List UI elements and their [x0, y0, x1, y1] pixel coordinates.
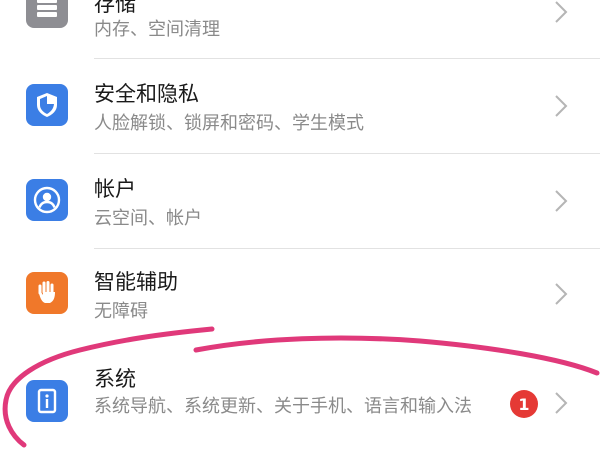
- chevron-right-icon: [555, 392, 568, 414]
- settings-item-title: 智能辅助: [94, 270, 178, 294]
- chevron-right-icon: [555, 283, 568, 305]
- settings-item-system[interactable]: 系统 系统导航、系统更新、关于手机、语言和输入法: [0, 344, 600, 450]
- settings-item-subtitle: 内存、空间清理: [94, 19, 220, 40]
- settings-item-title: 安全和隐私: [94, 82, 199, 106]
- info-icon: [26, 380, 68, 422]
- settings-item-subtitle: 系统导航、系统更新、关于手机、语言和输入法: [94, 396, 472, 417]
- account-icon: [26, 179, 68, 221]
- hand-icon: [26, 272, 68, 314]
- settings-item-smart-assist[interactable]: 智能辅助 无障碍: [0, 249, 600, 343]
- shield-icon: [26, 84, 68, 126]
- settings-item-subtitle: 人脸解锁、锁屏和密码、学生模式: [94, 113, 364, 134]
- chevron-right-icon: [555, 95, 568, 117]
- settings-item-title: 系统: [94, 367, 136, 391]
- settings-item-title: 帐户: [94, 177, 136, 201]
- chevron-right-icon: [555, 190, 568, 212]
- settings-item-security[interactable]: 安全和隐私 人脸解锁、锁屏和密码、学生模式: [0, 59, 600, 153]
- storage-icon: [26, 0, 68, 28]
- settings-item-subtitle: 无障碍: [94, 301, 148, 322]
- settings-item-account[interactable]: 帐户 云空间、帐户: [0, 154, 600, 248]
- chevron-right-icon: [555, 1, 568, 23]
- notification-badge: 1: [510, 390, 538, 418]
- settings-item-subtitle: 云空间、帐户: [94, 208, 202, 229]
- settings-item-storage[interactable]: 存储 内存、空间清理: [0, 0, 600, 58]
